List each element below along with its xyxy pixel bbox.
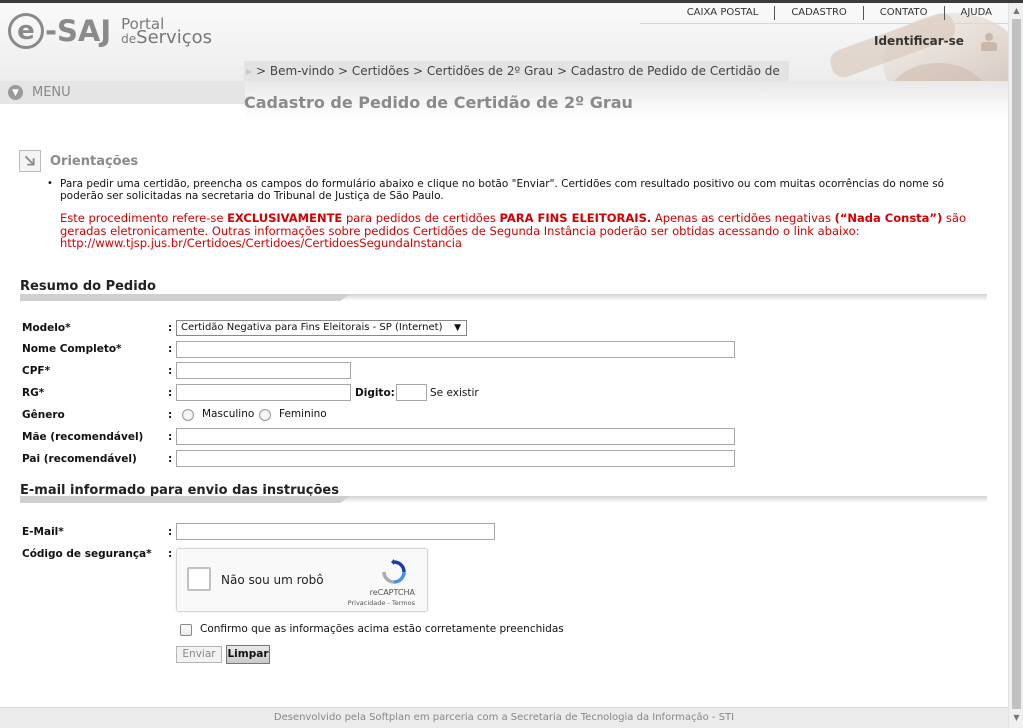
colon: :: [168, 387, 173, 399]
masculino-radio[interactable]: [182, 409, 194, 421]
colon: :: [168, 548, 173, 560]
codigo-label: Código de segurança*: [22, 548, 152, 560]
menu-button[interactable]: ▼ MENU: [8, 85, 71, 100]
logo-de: de: [121, 31, 137, 46]
logo-servicos: Serviços: [136, 26, 212, 48]
recaptcha-label: Não sou um robô: [221, 573, 324, 587]
pai-label: Pai (recomendável): [22, 453, 137, 465]
menu-bar: ▼ MENU: [0, 81, 245, 104]
identificar-link[interactable]: Identificar-se: [874, 34, 964, 48]
nome-input[interactable]: [176, 341, 735, 358]
email-label: E-Mail*: [22, 526, 64, 538]
footer: Desenvolvido pela Softplan em parceria c…: [0, 707, 1008, 728]
top-nav: CAIXA POSTAL CADASTRO CONTATO AJUDA: [671, 6, 992, 20]
top-nav-divider: [640, 23, 1008, 24]
email-input[interactable]: [176, 523, 495, 540]
scroll-up-icon[interactable]: ▲: [1009, 4, 1023, 18]
nome-label: Nome Completo*: [22, 343, 122, 355]
mae-input[interactable]: [176, 428, 735, 445]
resumo-title: Resumo do Pedido: [20, 279, 156, 294]
menu-label: MENU: [32, 85, 71, 100]
modelo-value: Certidão Negativa para Fins Eleitorais -…: [181, 322, 443, 333]
breadcrumb-marker: ▸: [246, 64, 253, 78]
dropdown-arrow-icon: ▼: [454, 323, 461, 333]
chevron-down-icon: ▼: [8, 85, 23, 100]
rg-label: RG*: [22, 387, 45, 399]
recaptcha-icon: [382, 559, 406, 584]
colon: :: [168, 343, 173, 355]
colon: :: [168, 322, 173, 334]
digito-label: Digito:: [355, 387, 395, 399]
colon: :: [168, 431, 173, 443]
rg-input[interactable]: [176, 384, 351, 401]
esaj-logo[interactable]: e -SAJ Portal deServiços: [8, 13, 212, 49]
logo-portal: Portal deServiços: [121, 16, 212, 46]
pai-input[interactable]: [176, 450, 735, 467]
feminino-label: Feminino: [279, 408, 327, 420]
header: e -SAJ Portal deServiços CAIXA POSTAL CA…: [0, 3, 1008, 85]
eleitoral-notice: Este procedimento refere-se EXCLUSIVAMEN…: [60, 212, 995, 250]
logo-servicos-line: deServiços: [121, 28, 212, 46]
orientacoes-title: Orientações: [50, 154, 139, 169]
colon: :: [168, 453, 173, 465]
cpf-label: CPF*: [22, 365, 51, 377]
confirm-checkbox[interactable]: [180, 624, 192, 636]
nav-caixa-postal[interactable]: CAIXA POSTAL: [671, 6, 775, 20]
arrow-down-right-icon: [19, 150, 41, 172]
mae-label: Mãe (recomendável): [22, 431, 144, 443]
scroll-thumb[interactable]: [1012, 19, 1021, 709]
colon: :: [168, 526, 173, 538]
cpf-input[interactable]: [176, 362, 351, 379]
modelo-label: Modelo*: [22, 322, 71, 334]
masculino-label: Masculino: [202, 408, 255, 420]
scroll-down-icon[interactable]: ▼: [1009, 711, 1023, 725]
colon: :: [168, 365, 173, 377]
recaptcha-brand: reCAPTCHA: [369, 588, 415, 597]
recaptcha-links[interactable]: Privacidade - Termos: [177, 599, 425, 607]
nav-cadastro[interactable]: CADASTRO: [774, 6, 862, 20]
notice-link[interactable]: http://www.tjsp.jus.br/Certidoes/Certido…: [60, 236, 462, 250]
colon: :: [168, 409, 173, 421]
se-existir-label: Se existir: [430, 387, 479, 399]
limpar-button[interactable]: Limpar: [226, 645, 270, 664]
enviar-button[interactable]: Enviar: [176, 646, 222, 663]
orientacoes-text: Para pedir uma certidão, preencha os cam…: [60, 178, 945, 202]
email-divider-tab: [20, 496, 350, 503]
nav-ajuda[interactable]: AJUDA: [943, 6, 992, 20]
nav-contato[interactable]: CONTATO: [862, 6, 944, 20]
bullet-icon: •: [47, 178, 53, 189]
resumo-divider-tab: [20, 294, 350, 301]
logo-saj: -SAJ: [45, 14, 112, 48]
page-title: Cadastro de Pedido de Certidão de 2º Gra…: [244, 93, 633, 112]
genero-label: Gênero: [22, 409, 65, 421]
confirm-label: Confirmo que as informações acima estão …: [200, 623, 564, 635]
user-icon[interactable]: [980, 32, 998, 52]
breadcrumb: ▸ > Bem-vindo > Certidões > Certidões de …: [244, 61, 789, 82]
modelo-select[interactable]: Certidão Negativa para Fins Eleitorais -…: [176, 320, 467, 336]
feminino-radio[interactable]: [259, 409, 271, 421]
recaptcha-widget: Não sou um robô reCAPTCHA Privacidade - …: [176, 548, 428, 612]
digito-input[interactable]: [396, 384, 427, 401]
logo-e: e: [8, 13, 44, 49]
vertical-scrollbar[interactable]: ▲ ▼: [1008, 3, 1023, 728]
